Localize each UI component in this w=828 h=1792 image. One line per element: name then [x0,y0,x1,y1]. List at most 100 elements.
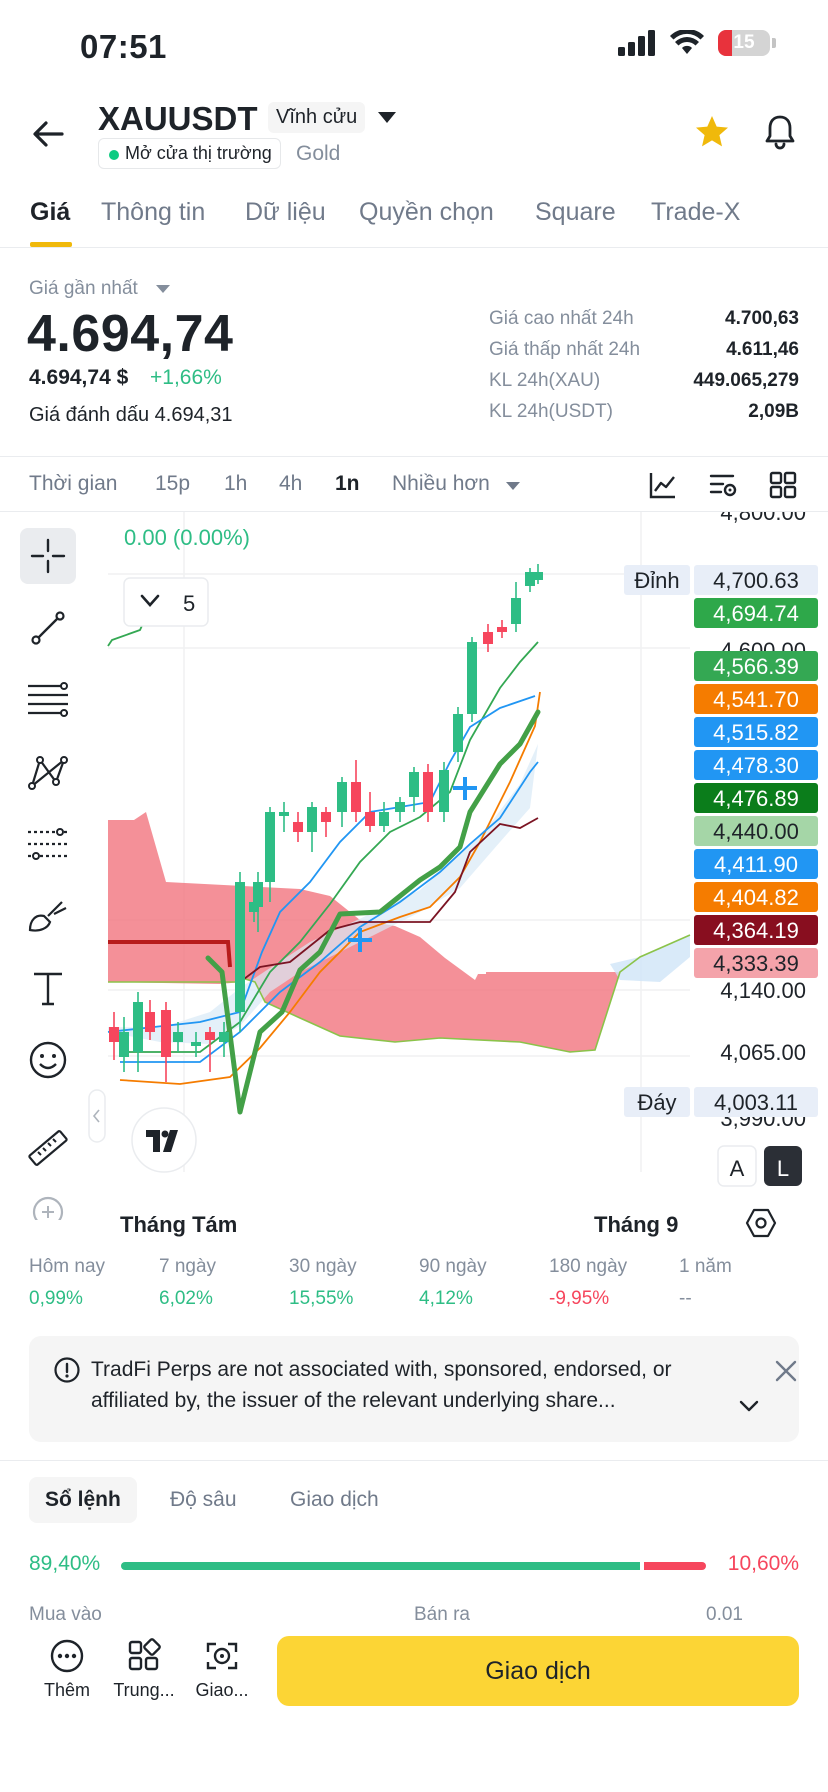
time-axis-month: Tháng Tám [120,1212,238,1237]
interval-more[interactable]: Nhiều hơn [392,472,490,496]
auto-scale-label: A [730,1156,745,1181]
perf-1y[interactable]: 1 năm -- [679,1256,732,1310]
chart-settings-icon[interactable] [707,469,739,501]
perf-label: 1 năm [679,1256,732,1277]
perf-today[interactable]: Hôm nay 0,99% [29,1256,105,1310]
stat-label: Giá cao nhất 24h [489,308,634,329]
favorite-star-icon[interactable] [692,112,732,152]
candle-body [337,782,347,812]
category-label: Gold [296,142,341,165]
chart-change-text: 0.00 (0.00%) [124,525,250,550]
symbol-dropdown-caret-icon[interactable] [378,112,396,123]
pattern-tool[interactable] [20,744,76,800]
candle-body [467,642,477,714]
more-label: Thêm [43,1680,90,1700]
stat-label: Giá thấp nhất 24h [489,339,641,360]
interval-time[interactable]: Thời gian [29,472,117,496]
more-button[interactable]: Thêm [27,1638,107,1701]
log-scale-button[interactable]: L [764,1146,802,1186]
emoji-tool[interactable] [20,1032,76,1088]
trend-line-tool[interactable] [20,600,76,656]
price-tag-label: Đỉnh [634,568,679,593]
indicator-toggle[interactable]: 5 [123,577,209,627]
layout-grid-icon[interactable] [767,469,799,501]
auto-scale-button[interactable]: A [717,1145,757,1187]
stat-label: KL 24h(XAU) [489,370,601,391]
mark-price-label: Giá đánh dấu [29,404,150,426]
tab-trades[interactable]: Giao dịch [274,1477,395,1523]
indicator-chart-icon[interactable] [647,469,679,501]
price-chart[interactable]: 0.00 (0.00%) 5 4,800.004,600.004,140.004… [0,512,828,1232]
perf-7d[interactable]: 7 ngày 6,02% [159,1256,216,1310]
chart-settings-hex-icon[interactable] [744,1206,778,1240]
tab-price[interactable]: Giá [30,198,70,227]
brush-tool[interactable] [20,888,76,944]
drawing-toolbar [14,520,84,1260]
tradfi-notice[interactable]: TradFi Perps are not associated with, sp… [29,1336,799,1442]
stat-value: 4.611,46 [726,339,799,360]
mark-price-value: 4.694,31 [154,404,233,426]
zoom-tool[interactable] [20,1196,76,1220]
tradingview-logo[interactable] [131,1107,197,1173]
bell-icon[interactable] [760,112,800,152]
interval-more-caret-icon[interactable] [506,482,520,490]
candle-body [409,772,419,797]
stat-row: KL 24h(XAU) 449.065,279 [489,370,799,401]
text-tool[interactable] [20,960,76,1016]
bot-trade-button[interactable]: Giao... [182,1638,262,1701]
candle-body [351,782,361,812]
price-tag-value: 4,003.11 [714,1090,798,1115]
crosshair-tool[interactable] [20,528,76,584]
time-axis-month: Tháng 9 [594,1212,679,1237]
candle-body [533,572,543,580]
price-tag-value: 4,364.19 [713,918,799,943]
more-dots-icon [50,1639,84,1673]
tab-depth[interactable]: Độ sâu [154,1477,253,1523]
trade-button[interactable]: Giao dịch [277,1636,799,1706]
tab-trade-x[interactable]: Trade-X [651,198,740,227]
interval-4h[interactable]: 4h [279,472,302,496]
crosshair-marker-icon [453,777,477,800]
perf-value: 4,12% [419,1288,473,1309]
candle-body [453,714,463,752]
battery-level: 15 [733,32,755,53]
last-price-label[interactable]: Giá gần nhất [29,278,138,300]
candle-body [293,822,303,832]
horizontal-lines-tool[interactable] [20,672,76,728]
hub-button[interactable]: Trung... [104,1638,184,1701]
interval-1h[interactable]: 1h [224,472,247,496]
toolbar-collapse-handle[interactable] [88,1089,106,1143]
performance-row: Hôm nay 0,99% 7 ngày 6,02% 30 ngày 15,55… [0,1256,828,1316]
candle-body [145,1012,155,1032]
brush-icon [28,901,67,932]
back-arrow-icon[interactable] [28,114,68,154]
fib-tool[interactable] [20,816,76,872]
candle-body [253,882,263,907]
perf-30d[interactable]: 30 ngày 15,55% [289,1256,357,1310]
stat-row: KL 24h(USDT) 2,09B [489,401,799,432]
interval-15m[interactable]: 15p [155,472,190,496]
candle-body [307,807,317,832]
apps-grid-icon [128,1638,161,1671]
tab-options[interactable]: Quyền chọn [359,198,494,227]
fibonacci-icon [28,828,68,860]
last-price-caret-icon[interactable] [156,285,170,293]
candle-body [191,1042,201,1046]
close-icon[interactable] [773,1358,799,1384]
status-time: 07:51 [80,28,167,65]
perf-90d[interactable]: 90 ngày 4,12% [419,1256,487,1310]
tab-orderbook[interactable]: Sổ lệnh [29,1477,137,1523]
chevron-down-icon[interactable] [737,1394,761,1418]
ruler-tool[interactable] [20,1120,76,1176]
emoji-smiley-icon [29,1041,67,1079]
last-price-usd: 4.694,74 $ [29,366,129,389]
stat-value: 2,09B [748,401,799,422]
interval-1d[interactable]: 1n [335,472,360,496]
axis-tick-label: 4,065.00 [720,1040,806,1065]
symbol-title[interactable]: XAUUSDT [98,100,258,138]
tab-info[interactable]: Thông tin [101,198,205,227]
contract-type-tag[interactable]: Vĩnh cửu [268,102,366,133]
tab-square[interactable]: Square [535,198,616,227]
tab-data[interactable]: Dữ liệu [245,198,326,227]
perf-180d[interactable]: 180 ngày -9,95% [549,1256,627,1310]
